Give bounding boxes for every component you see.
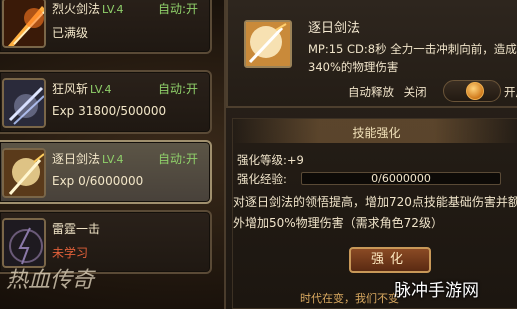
- skill-exp: Exp 31800/500000: [52, 104, 167, 118]
- skill-name: 烈火剑法 LV.4: [52, 2, 124, 16]
- skill-exp: 已满级: [52, 26, 89, 40]
- flame-sword-icon: [2, 0, 46, 48]
- skill-auto-status: 自动:开: [157, 2, 198, 16]
- skill-name: 逐日剑法 LV.4: [52, 152, 124, 166]
- site-watermark: 脉冲手游网: [394, 281, 479, 301]
- skill-info: 逐日剑法 MP:15 CD:8秒 全力一击冲刺向前，造成340%的物理伤害 自动…: [226, 0, 517, 108]
- auto-cast-label: 自动释放: [348, 85, 394, 99]
- skill-title: 逐日剑法: [308, 21, 361, 36]
- on-label: 开启: [504, 85, 517, 99]
- skill-unlearned-label: 未学习: [52, 246, 89, 260]
- game-logo: 热血传奇: [6, 268, 95, 293]
- whirlwind-slash-icon: [2, 78, 46, 128]
- sun-sword-icon: [2, 148, 46, 198]
- skill-name: 狂风斩 LV.4: [52, 82, 112, 96]
- skill-description: MP:15 CD:8秒 全力一击冲刺向前，造成340%的物理伤害: [308, 42, 517, 74]
- skill-exp: Exp 0/6000000: [52, 174, 144, 188]
- thunder-strike-icon: [2, 218, 46, 268]
- skill-row-zhuri[interactable]: 逐日剑法 LV.4 自动:开 Exp 0/6000000: [0, 140, 212, 204]
- sun-sword-icon: [244, 20, 292, 68]
- enhance-level-value: +9: [286, 153, 304, 167]
- enhance-exp-bar: 0/6000000: [301, 172, 501, 185]
- skill-auto-status: 自动:开: [157, 82, 198, 96]
- enhance-description: 对逐日剑法的领悟提高，增加720点技能基础伤害并额外增加50%物理伤害（需求角色…: [233, 195, 517, 230]
- skill-auto-status: 自动:开: [157, 152, 198, 166]
- enhance-exp-text: 0/6000000: [371, 172, 431, 185]
- enhance-header: 技能强化: [233, 119, 517, 143]
- toggle-knob[interactable]: [466, 82, 484, 100]
- enhance-exp-label: 强化经验:: [237, 172, 287, 186]
- skill-row-kuangfeng[interactable]: 狂风斩 LV.4 自动:开 Exp 31800/500000: [0, 70, 212, 134]
- skill-row-liehuo[interactable]: 烈火剑法 LV.4 自动:开 已满级: [0, 0, 212, 54]
- enhance-title: 技能强化: [352, 126, 401, 140]
- skill-name: 雷霆一击: [52, 222, 101, 236]
- auto-cast-row: 自动释放 关闭: [348, 84, 433, 100]
- off-label: 关闭: [403, 85, 427, 99]
- skill-detail-panel: 逐日剑法 MP:15 CD:8秒 全力一击冲刺向前，造成340%的物理伤害 自动…: [224, 0, 517, 309]
- enhance-level: 强化等级:+9: [237, 153, 304, 167]
- enhance-button[interactable]: 强化: [349, 247, 431, 273]
- auto-cast-toggle[interactable]: [443, 80, 501, 102]
- bottom-banner: 时代在变，我们不变: [300, 292, 399, 305]
